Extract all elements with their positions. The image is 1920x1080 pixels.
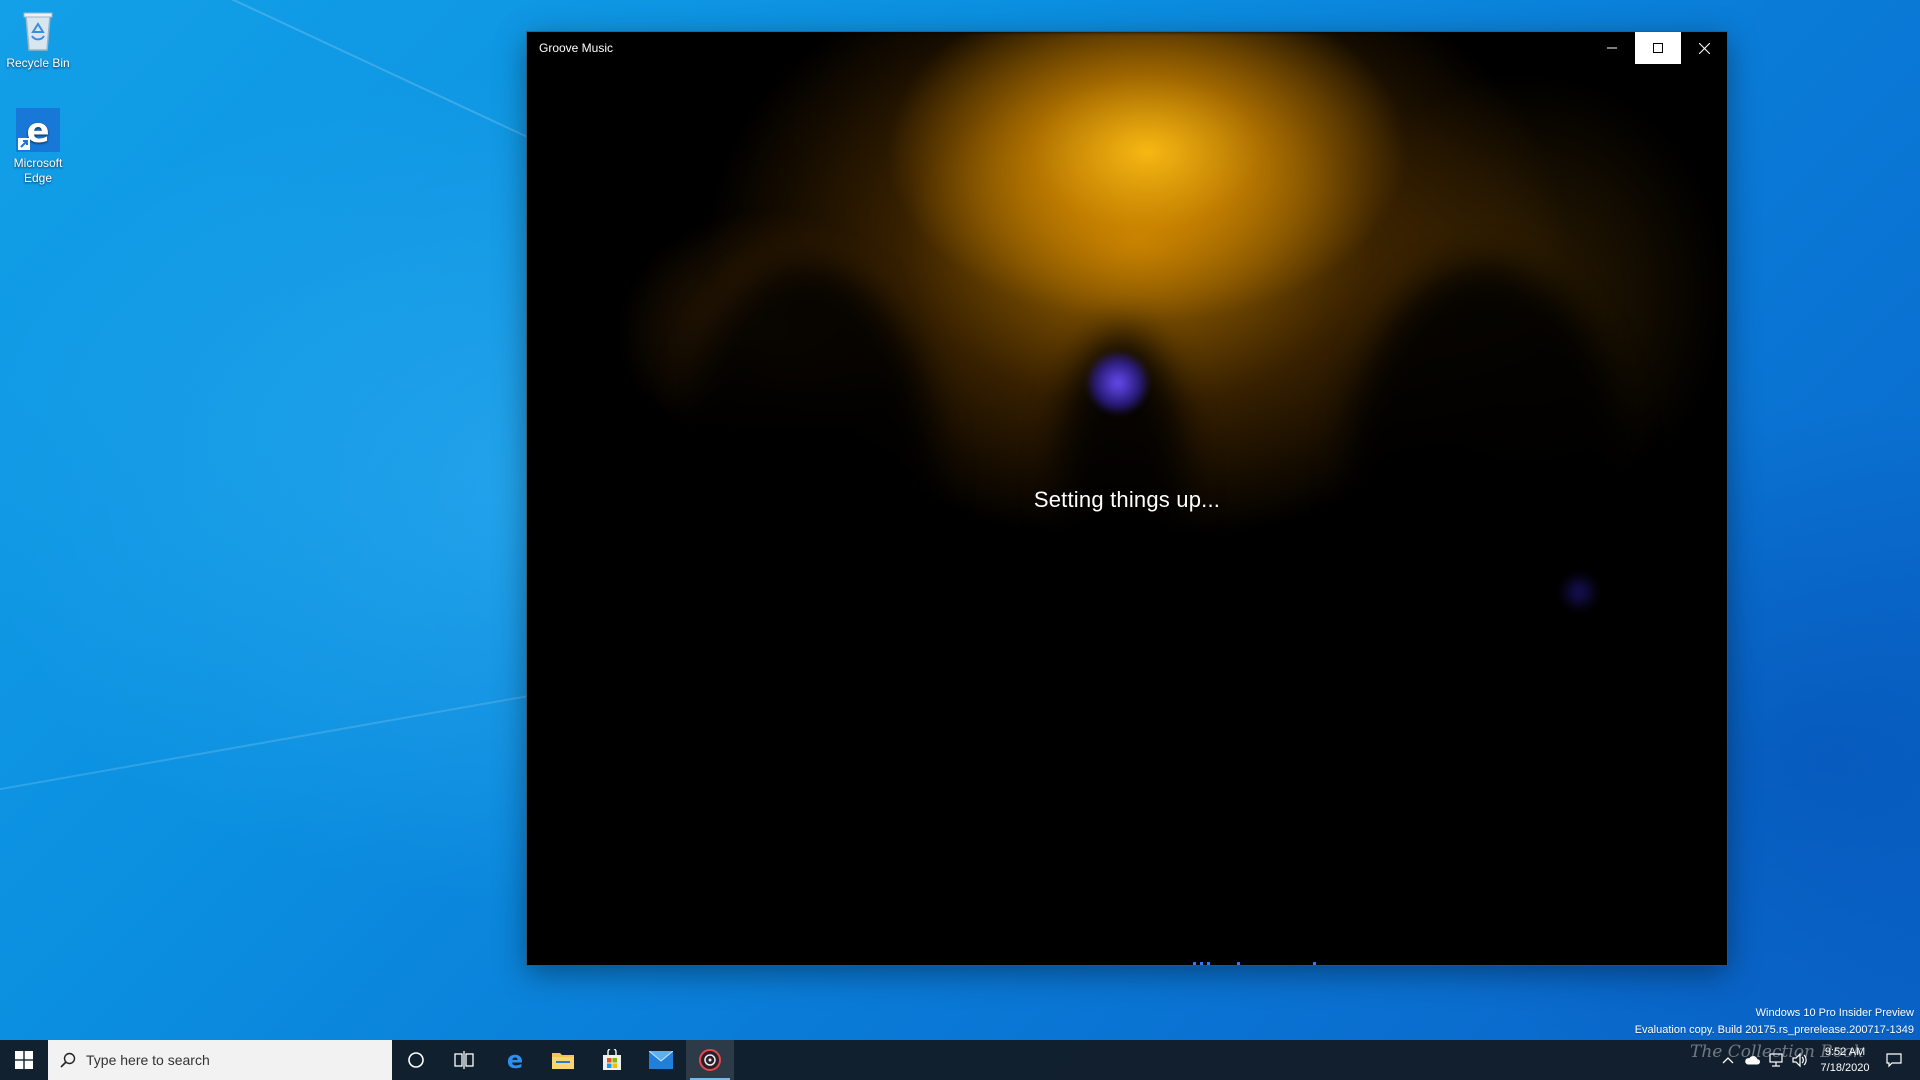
progress-dot xyxy=(1313,962,1316,965)
build-watermark-line1: Windows 10 Pro Insider Preview xyxy=(1755,1007,1914,1019)
search-icon xyxy=(60,1052,76,1068)
stage-light-glow xyxy=(1559,572,1599,612)
stage-light-glow xyxy=(1087,352,1149,414)
groove-music-taskbar-button[interactable] xyxy=(686,1040,734,1080)
folder-icon xyxy=(552,1053,574,1069)
progress-dot xyxy=(1193,962,1196,965)
desktop-icon-microsoft-edge[interactable]: e Microsoft Edge xyxy=(0,106,76,186)
setup-status-text: Setting things up... xyxy=(1033,487,1221,512)
clock-date: 7/18/2020 xyxy=(1820,1062,1870,1074)
groove-music-window[interactable]: Groove Music Setting things up... xyxy=(527,32,1727,965)
brand-overlay-watermark: The Collection Book xyxy=(1690,1042,1864,1062)
edge-icon: e xyxy=(507,1048,523,1072)
search-placeholder: Type here to search xyxy=(86,1052,210,1068)
minimize-icon xyxy=(1607,47,1617,49)
task-view-icon xyxy=(454,1051,474,1069)
maximize-icon xyxy=(1653,43,1663,53)
task-view-button[interactable] xyxy=(440,1040,488,1080)
progress-dot xyxy=(1200,962,1203,965)
desktop-icon-recycle-bin[interactable]: Recycle Bin xyxy=(0,6,76,71)
progress-dot xyxy=(1207,962,1210,965)
action-center-button[interactable] xyxy=(1886,1052,1902,1068)
circle-icon xyxy=(408,1052,424,1068)
taskbar-search-box[interactable]: Type here to search xyxy=(48,1040,392,1080)
taskbar: Type here to search e 9:52 AM 7/18/2020 xyxy=(0,1040,1920,1080)
desktop-icon-label: Microsoft Edge xyxy=(13,156,63,185)
file-explorer-button[interactable] xyxy=(539,1040,587,1080)
progress-dot xyxy=(1237,962,1240,965)
svg-text:e: e xyxy=(507,1048,523,1072)
title-bar[interactable]: Groove Music xyxy=(527,32,1727,64)
start-button[interactable] xyxy=(0,1040,48,1080)
edge-icon: e xyxy=(14,106,62,154)
notification-icon xyxy=(1886,1053,1902,1068)
cortana-button[interactable] xyxy=(392,1040,440,1080)
store-icon xyxy=(603,1049,621,1070)
desktop-icon-label: Recycle Bin xyxy=(6,56,70,70)
build-watermark-line2: Evaluation copy. Build 20175.rs_prerelea… xyxy=(1634,1024,1914,1036)
dark-overlay xyxy=(527,592,1727,965)
windows-logo-icon xyxy=(15,1051,33,1069)
close-button[interactable] xyxy=(1681,32,1727,64)
mail-icon xyxy=(649,1051,673,1069)
window-title: Groove Music xyxy=(539,41,614,55)
groove-icon xyxy=(699,1049,721,1071)
maximize-button[interactable] xyxy=(1635,32,1681,64)
close-icon xyxy=(1698,42,1710,54)
minimize-button[interactable] xyxy=(1589,32,1635,64)
mail-button[interactable] xyxy=(637,1040,685,1080)
loading-progress-dots xyxy=(527,961,1727,965)
taskbar-edge-button[interactable]: e xyxy=(491,1040,539,1080)
microsoft-store-button[interactable] xyxy=(588,1040,636,1080)
recycle-bin-icon xyxy=(14,6,62,54)
